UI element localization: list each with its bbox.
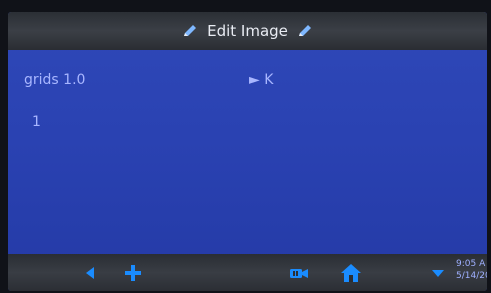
- home-icon[interactable]: [336, 254, 366, 291]
- time-label: 9:05 A: [456, 259, 486, 269]
- pencil-icon: [181, 22, 199, 40]
- pencil-icon: [296, 22, 314, 40]
- title-bar: Edit Image: [8, 12, 487, 50]
- date-label: 5/14/20: [456, 271, 487, 281]
- camera-icon[interactable]: [286, 254, 312, 291]
- item-value[interactable]: ► K: [249, 72, 273, 88]
- device-frame: Edit Image grids 1.0 ► K 1 9:05 A 5/14/2: [0, 0, 491, 293]
- row-number: 1: [32, 114, 41, 130]
- status-clock: 9:05 A 5/14/20: [456, 258, 487, 282]
- wifi-icon[interactable]: [426, 254, 450, 291]
- touch-screen: Edit Image grids 1.0 ► K 1 9:05 A 5/14/2: [8, 12, 487, 291]
- back-arrow-icon[interactable]: [78, 254, 102, 291]
- bottom-bar: 9:05 A 5/14/20: [8, 254, 487, 291]
- item-label[interactable]: grids 1.0: [24, 72, 85, 88]
- plus-icon[interactable]: [118, 254, 148, 291]
- content-area: grids 1.0 ► K 1: [8, 50, 487, 254]
- page-title: Edit Image: [207, 22, 288, 40]
